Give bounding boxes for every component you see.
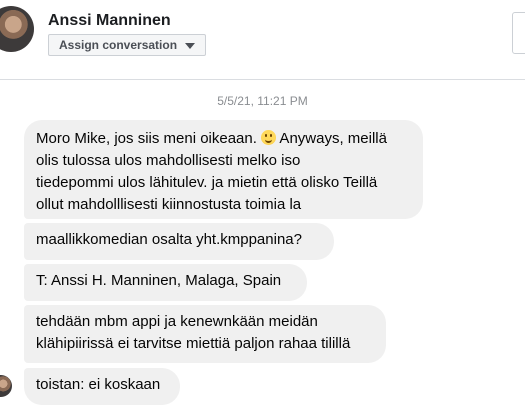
message-timestamp: 5/5/21, 11:21 PM: [217, 94, 308, 108]
message-text: Moro Mike, jos siis meni oikeaan.: [36, 130, 257, 147]
message-line: Moro Mike, jos siis meni oikeaan. Anyway…: [36, 128, 411, 150]
message-bubble[interactable]: toistan: ei koskaan: [24, 368, 180, 405]
message-text: Anyways, meillä: [276, 130, 387, 147]
chevron-down-icon: [185, 43, 195, 49]
message-bubble[interactable]: T: Anssi H. Manninen, Malaga, Spain: [24, 264, 307, 301]
message-bubble[interactable]: maallikkomedian osalta yht.kmppanina?: [24, 223, 334, 260]
smiling-face-icon: [261, 130, 277, 145]
message-line: tiedepommi ulos lähitulev. ja mietin ett…: [36, 174, 378, 191]
message-line: olis tulossa ulos mahdollisesti melko is…: [36, 152, 301, 169]
assign-conversation-button[interactable]: Assign conversation: [48, 34, 206, 56]
message-line: klähipiirissä ei tarvitse miettiä paljon…: [36, 335, 351, 352]
message-bubble[interactable]: tehdään mbm appi ja kenewnkään meidän kl…: [24, 305, 386, 363]
message-text: T: Anssi H. Manninen, Malaga, Spain: [36, 272, 282, 289]
message-text: toistan: ei koskaan: [36, 376, 161, 393]
message-text: maallikkomedian osalta yht.kmppanina?: [36, 231, 302, 248]
message-line: tehdään mbm appi ja kenewnkään meidän: [36, 313, 318, 330]
sender-avatar: [0, 375, 12, 397]
message-line: ollut mahdolllisesti kiinnostusta toimia…: [36, 196, 302, 213]
header-action-button[interactable]: [512, 12, 525, 54]
assign-conversation-label: Assign conversation: [59, 38, 178, 52]
contact-avatar[interactable]: [0, 6, 34, 52]
message-bubble[interactable]: Moro Mike, jos siis meni oikeaan. Anyway…: [24, 120, 423, 219]
contact-name[interactable]: Anssi Manninen: [48, 12, 171, 30]
conversation-header: Anssi Manninen Assign conversation: [0, 0, 525, 80]
